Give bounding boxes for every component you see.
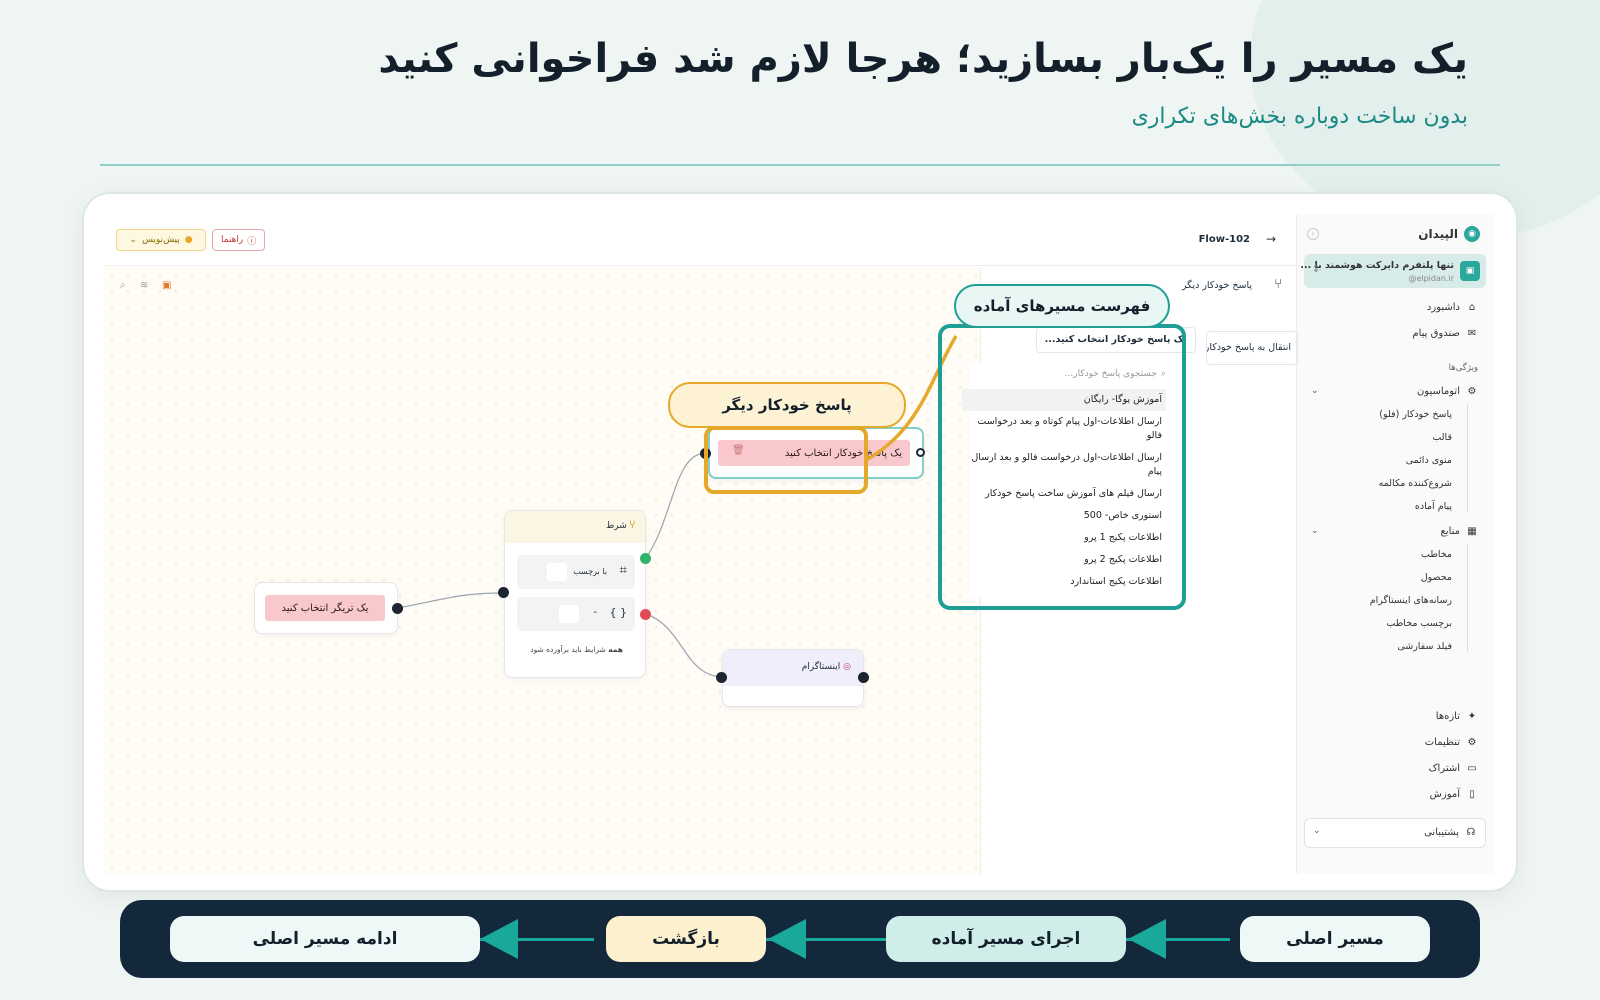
step-return: بازگشت bbox=[606, 916, 766, 962]
callout-connector bbox=[865, 335, 958, 462]
process-steps: مسیر اصلی اجرای مسیر آماده بازگشت ادامه … bbox=[120, 900, 1480, 978]
arrow-left-icon bbox=[1128, 919, 1166, 959]
arrow-left-icon bbox=[480, 919, 518, 959]
flow-node-highlight bbox=[704, 426, 868, 494]
step-run-ready-path: اجرای مسیر آماده bbox=[886, 916, 1126, 962]
callout-other-auto-reply: پاسخ خودکار دیگر bbox=[668, 382, 906, 428]
dropdown-highlight bbox=[938, 324, 1186, 610]
arrow-left-icon bbox=[768, 919, 806, 959]
step-main-path: مسیر اصلی bbox=[1240, 916, 1430, 962]
callout-ready-flows: فهرست مسیرهای آماده bbox=[954, 284, 1170, 328]
step-continue-main-path: ادامه مسیر اصلی bbox=[170, 916, 480, 962]
